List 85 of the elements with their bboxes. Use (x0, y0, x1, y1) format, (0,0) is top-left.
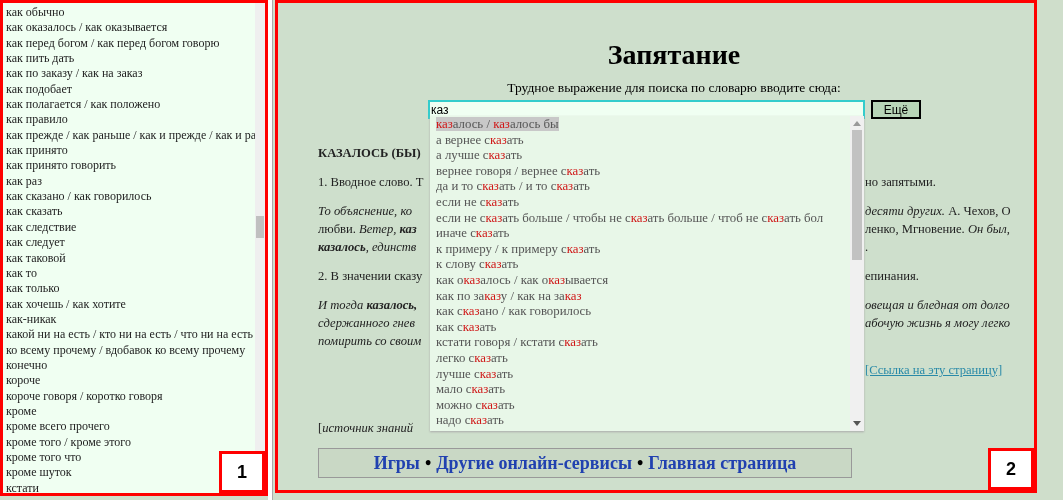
suggestion-item[interactable]: мало сказать (436, 382, 505, 398)
phrase-list-item[interactable]: кроме всего прочего (6, 419, 110, 435)
phrase-list-item[interactable]: как пить дать (6, 51, 75, 67)
phrase-list-item[interactable]: как полагается / как положено (6, 97, 161, 113)
phrase-list-item[interactable]: как то (6, 265, 37, 282)
footer-link[interactable]: Главная страница (648, 452, 797, 474)
suggestion-item[interactable]: можно сказать (436, 397, 515, 414)
scroll-up-icon[interactable] (853, 121, 861, 126)
phrase-list-item[interactable]: конечно (6, 357, 48, 374)
phrase-list-item[interactable]: короче (6, 373, 41, 389)
article-text: 2. В значении сказу (318, 268, 423, 285)
suggestion-item[interactable]: как оказалось / как оказывается (436, 272, 609, 289)
phrase-list-item[interactable]: как подобает (6, 81, 72, 98)
phrase-list-item[interactable]: как оказалось / как оказывается (6, 20, 168, 36)
annotation-number: 2 (988, 448, 1034, 490)
suggestion-item[interactable]: кстати говоря / кстати сказать (436, 335, 598, 351)
suggestion-item[interactable]: вернее говоря / вернее сказать (436, 163, 601, 180)
phrase-list-item[interactable]: как только (6, 281, 60, 297)
phrase-list-item[interactable]: как таковой (6, 250, 66, 266)
article-text: . (865, 239, 869, 256)
scrollbar-thumb[interactable] (256, 216, 264, 238)
scrollbar[interactable] (255, 3, 265, 451)
footer-link[interactable]: Игры (373, 452, 420, 474)
annotation-number: 1 (219, 451, 265, 493)
suggestion-item[interactable]: а вернее сказать (436, 132, 524, 149)
phrase-list-item[interactable]: как раз (6, 173, 42, 190)
phrase-list-item[interactable]: кроме шуток (6, 465, 72, 481)
phrase-list-item[interactable]: кроме того / кроме этого (6, 434, 131, 450)
separator-dot: • (424, 452, 432, 474)
suggestion-item[interactable]: к слову сказать (436, 257, 519, 273)
phrase-list-item[interactable]: как сказать (6, 204, 63, 220)
search-prompt: Трудное выражение для поиска по словарю вводите сюда: (506, 80, 842, 96)
article-text: казалось, единств (318, 239, 417, 256)
article-text: КАЗАЛОСЬ (БЫ) (318, 145, 421, 162)
suggestion-item[interactable]: если не сказать больше / чтобы не сказать больше / чтоб не сказать бол (436, 210, 824, 227)
article-text: ленко, Мгновение. Он был, (865, 221, 1010, 238)
phrase-list-item[interactable]: кроме (6, 403, 37, 420)
article-text: епинания. (865, 268, 919, 285)
phrase-list-item[interactable]: как прежде / как раньше / как и прежде / как и ра (6, 127, 257, 144)
article-text: 1. Вводное слово. Т (318, 174, 424, 191)
phrase-list-item[interactable]: как следует (6, 235, 65, 251)
article-text: овещая и бледная от долго (865, 297, 1010, 314)
separator-dot: • (637, 452, 644, 474)
phrase-list-item[interactable]: как по заказу / как на заказ (6, 66, 143, 82)
more-button[interactable]: Ещё (871, 100, 921, 119)
suggestion-item[interactable]: как по заказу / как на заказ (436, 288, 582, 305)
article-text: помирить со своим (318, 333, 422, 350)
scroll-down-icon[interactable] (853, 421, 861, 426)
scrollbar-thumb[interactable] (852, 130, 862, 260)
suggestion-item[interactable]: как сказать (436, 319, 497, 336)
article-text: И тогда казалось, (318, 297, 418, 314)
article-text: сдержанного гнев (318, 315, 415, 332)
article-text: но запятыми. (865, 174, 936, 191)
article-text: десяти других. А. Чехов, О (865, 203, 1011, 220)
phrase-list-item[interactable]: как сказано / как говорилось (6, 189, 152, 205)
phrase-list-item[interactable]: как перед богом / как перед богом говорю (6, 35, 220, 52)
scrollbar[interactable] (850, 116, 864, 431)
phrase-list-item[interactable]: как обычно (6, 5, 65, 21)
phrase-list-item[interactable]: короче говоря / коротко говоря (6, 388, 163, 404)
phrase-list-item[interactable]: как хочешь / как хотите (6, 296, 126, 312)
phrase-list-item[interactable]: какой ни на есть / кто ни на есть / что ни на есть (6, 327, 253, 343)
article-text: То объяснение, ко (318, 203, 413, 220)
suggestion-item[interactable]: да и то сказать / и то сказать (436, 179, 590, 195)
suggestion-item[interactable]: иначе сказать (436, 226, 510, 242)
suggestion-item[interactable]: казалось / казалось бы (436, 117, 559, 133)
suggestion-item[interactable]: надо сказать (436, 413, 504, 429)
phrase-list-item[interactable]: как принято (6, 143, 68, 159)
suggestion-item[interactable]: если не сказать (436, 194, 520, 211)
page-title: Запятание (606, 39, 742, 71)
phrase-list-item[interactable]: как правило (6, 112, 68, 128)
article-text: любви. Ветер, каз (318, 221, 417, 238)
phrase-list-item[interactable]: как-никак (6, 311, 57, 328)
suggestion-item[interactable]: как сказано / как говорилось (436, 304, 592, 320)
article-text: [источник знаний (318, 420, 414, 437)
suggestion-item[interactable]: лучше сказать (436, 366, 514, 383)
suggestion-item[interactable]: легко сказать (436, 350, 508, 367)
phrase-list-item[interactable]: ко всему прочему / вдобавок ко всему прочему (6, 342, 246, 358)
suggestion-item[interactable]: а лучше сказать (436, 148, 523, 164)
phrase-list-item[interactable]: как следствие (6, 219, 77, 236)
phrase-list-item[interactable]: кроме того что (6, 449, 82, 466)
phrase-list-item[interactable]: кстати (6, 480, 39, 493)
footer-link[interactable]: Другие онлайн-сервисы (436, 452, 632, 474)
phrase-list-item[interactable]: как принято говорить (6, 158, 117, 174)
article-text: абочую жизнь я могу легко (865, 315, 1011, 332)
suggestion-item[interactable]: к примеру / к примеру сказать (436, 241, 601, 258)
